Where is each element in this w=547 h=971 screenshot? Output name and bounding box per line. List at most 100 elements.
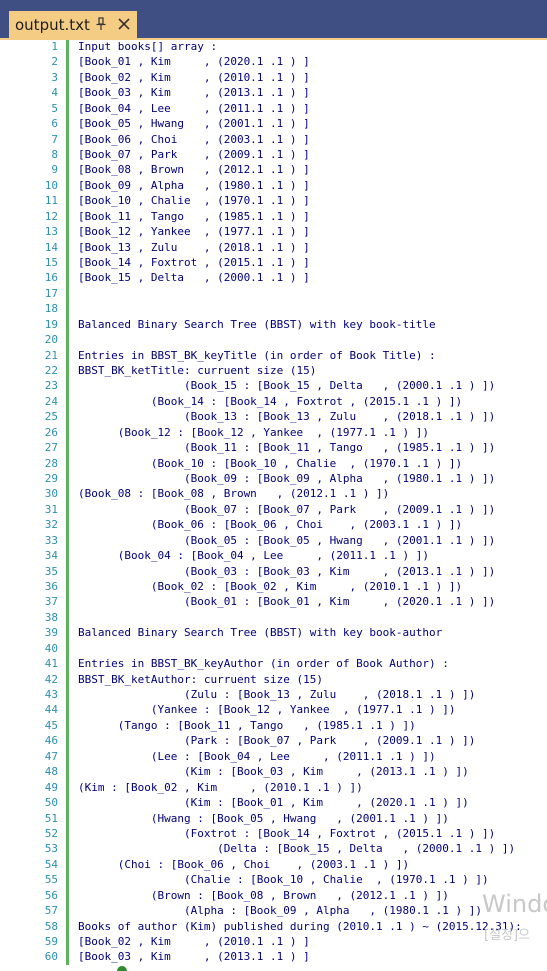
editor-line[interactable]: 26 (Book_12 : [Book_12 , Yankee , (1977.… — [0, 425, 547, 440]
editor-line[interactable]: 39 Balanced Binary Search Tree (BBST) wit… — [0, 625, 547, 640]
editor-line[interactable]: 25 (Book_13 : [Book_13 , Zulu , (2018.1 … — [0, 409, 547, 424]
editor-line[interactable]: 49 (Kim : [Book_02 , Kim , (2010.1 .1 ) ]… — [0, 780, 547, 795]
editor-line[interactable]: 8 [Book_07 , Park , (2009.1 .1 ) ] — [0, 147, 547, 162]
line-text[interactable]: (Book_03 : [Book_03 , Kim , (2013.1 .1 )… — [78, 564, 495, 579]
editor-line[interactable]: 16 [Book_15 , Delta , (2000.1 .1 ) ] — [0, 270, 547, 285]
line-text[interactable]: [Book_03 , Kim , (2013.1 .1 ) ] — [78, 85, 310, 100]
line-text[interactable]: (Book_01 : [Book_01 , Kim , (2020.1 .1 )… — [78, 594, 495, 609]
editor-line[interactable]: 34 (Book_04 : [Book_04 , Lee , (2011.1 .… — [0, 548, 547, 563]
line-text[interactable]: [Book_08 , Brown , (2012.1 .1 ) ] — [78, 162, 310, 177]
line-text[interactable]: (Kim : [Book_02 , Kim , (2010.1 .1 ) ]) — [78, 780, 363, 795]
editor-line[interactable]: 14 [Book_13 , Zulu , (2018.1 .1 ) ] — [0, 240, 547, 255]
line-text[interactable]: (Kim : [Book_03 , Kim , (2013.1 .1 ) ]) — [78, 764, 469, 779]
line-text[interactable]: (Book_09 : [Book_09 , Alpha , (1980.1 .1… — [78, 471, 495, 486]
line-text[interactable]: (Lee : [Book_04 , Lee , (2011.1 .1 ) ]) — [78, 749, 436, 764]
line-text[interactable]: (Choi : [Book_06 , Choi , (2003.1 .1 ) ]… — [78, 857, 409, 872]
editor-line[interactable]: 9 [Book_08 , Brown , (2012.1 .1 ) ] — [0, 162, 547, 177]
line-text[interactable]: (Delta : [Book_15 , Delta , (2000.1 .1 )… — [78, 841, 515, 856]
line-text[interactable]: (Chalie : [Book_10 , Chalie , (1970.1 .1… — [78, 872, 489, 887]
editor-line[interactable]: 36 (Book_02 : [Book_02 , Kim , (2010.1 .… — [0, 579, 547, 594]
line-text[interactable]: [Book_02 , Kim , (2010.1 .1 ) ] — [78, 70, 310, 85]
text-editor[interactable]: 1 Input books[] array : 2 [Book_01 , Kim , … — [0, 40, 547, 971]
line-text[interactable]: [Book_04 , Lee , (2011.1 .1 ) ] — [78, 101, 310, 116]
editor-line[interactable]: 59 [Book_02 , Kim , (2010.1 .1 ) ] — [0, 934, 547, 949]
editor-line[interactable]: 19 Balanced Binary Search Tree (BBST) wit… — [0, 317, 547, 332]
editor-line[interactable]: 20 — [0, 332, 547, 347]
line-text[interactable]: (Tango : [Book_11 , Tango , (1985.1 .1 )… — [78, 718, 416, 733]
editor-line[interactable]: 27 (Book_11 : [Book_11 , Tango , (1985.1… — [0, 440, 547, 455]
editor-line[interactable]: 4 [Book_03 , Kim , (2013.1 .1 ) ] — [0, 85, 547, 100]
editor-line[interactable]: 33 (Book_05 : [Book_05 , Hwang , (2001.1… — [0, 533, 547, 548]
editor-line[interactable]: 17 — [0, 286, 547, 301]
editor-line[interactable]: 46 (Park : [Book_07 , Park , (2009.1 .1 … — [0, 733, 547, 748]
editor-line[interactable]: 55 (Chalie : [Book_10 , Chalie , (1970.1… — [0, 872, 547, 887]
editor-line[interactable]: 32 (Book_06 : [Book_06 , Choi , (2003.1 … — [0, 517, 547, 532]
line-text[interactable]: [Book_02 , Kim , (2010.1 .1 ) ] — [78, 934, 310, 949]
editor-line[interactable]: 42 BBST_BK_ketAuthor: curruent size (15) — [0, 672, 547, 687]
line-text[interactable]: Balanced Binary Search Tree (BBST) with … — [78, 317, 436, 332]
line-text[interactable]: (Zulu : [Book_13 , Zulu , (2018.1 .1 ) ]… — [78, 687, 475, 702]
editor-line[interactable]: 3 [Book_02 , Kim , (2010.1 .1 ) ] — [0, 70, 547, 85]
editor-line[interactable]: 7 [Book_06 , Choi , (2003.1 .1 ) ] — [0, 132, 547, 147]
line-text[interactable]: [Book_12 , Yankee , (1977.1 .1 ) ] — [78, 224, 310, 239]
editor-line[interactable]: 52 (Foxtrot : [Book_14 , Foxtrot , (2015… — [0, 826, 547, 841]
editor-line[interactable]: 60 [Book_03 , Kim , (2013.1 .1 ) ] — [0, 949, 547, 964]
editor-line[interactable]: 54 (Choi : [Book_06 , Choi , (2003.1 .1 … — [0, 857, 547, 872]
editor-line[interactable]: 30 (Book_08 : [Book_08 , Brown , (2012.1 … — [0, 486, 547, 501]
line-text[interactable]: (Brown : [Book_08 , Brown , (2012.1 .1 )… — [78, 888, 449, 903]
line-text[interactable]: [Book_11 , Tango , (1985.1 .1 ) ] — [78, 209, 310, 224]
line-text[interactable]: (Book_12 : [Book_12 , Yankee , (1977.1 .… — [78, 425, 429, 440]
line-text[interactable]: (Book_10 : [Book_10 , Chalie , (1970.1 .… — [78, 456, 462, 471]
editor-line[interactable]: 38 — [0, 610, 547, 625]
line-text[interactable]: (Hwang : [Book_05 , Hwang , (2001.1 .1 )… — [78, 811, 449, 826]
editor-line[interactable]: 21 Entries in BBST_BK_keyTitle (in order … — [0, 348, 547, 363]
editor-line[interactable]: 50 (Kim : [Book_01 , Kim , (2020.1 .1 ) … — [0, 795, 547, 810]
line-text[interactable]: (Book_14 : [Book_14 , Foxtrot , (2015.1 … — [78, 394, 462, 409]
line-text[interactable]: (Foxtrot : [Book_14 , Foxtrot , (2015.1 … — [78, 826, 495, 841]
close-icon[interactable] — [117, 16, 131, 32]
editor-line[interactable]: 15 [Book_14 , Foxtrot , (2015.1 .1 ) ] — [0, 255, 547, 270]
tab-output-txt[interactable]: output.txt — [9, 11, 137, 38]
editor-line[interactable]: 2 [Book_01 , Kim , (2020.1 .1 ) ] — [0, 54, 547, 69]
line-text[interactable]: (Book_04 : [Book_04 , Lee , (2011.1 .1 )… — [78, 548, 429, 563]
editor-line[interactable]: 57 (Alpha : [Book_09 , Alpha , (1980.1 .… — [0, 903, 547, 918]
line-text[interactable]: Books of author (Kim) published during (… — [78, 919, 522, 934]
editor-line[interactable]: 37 (Book_01 : [Book_01 , Kim , (2020.1 .… — [0, 594, 547, 609]
editor-line[interactable]: 40 — [0, 641, 547, 656]
editor-line[interactable]: 11 [Book_10 , Chalie , (1970.1 .1 ) ] — [0, 193, 547, 208]
editor-line[interactable]: 35 (Book_03 : [Book_03 , Kim , (2013.1 .… — [0, 564, 547, 579]
editor-line[interactable]: 22 BBST_BK_ketTitle: curruent size (15) — [0, 363, 547, 378]
editor-line[interactable]: 23 (Book_15 : [Book_15 , Delta , (2000.1… — [0, 378, 547, 393]
editor-line[interactable]: 48 (Kim : [Book_03 , Kim , (2013.1 .1 ) … — [0, 764, 547, 779]
line-text[interactable]: (Park : [Book_07 , Park , (2009.1 .1 ) ]… — [78, 733, 475, 748]
line-text[interactable]: Entries in BBST_BK_keyAuthor (in order o… — [78, 656, 449, 671]
line-text[interactable]: BBST_BK_ketAuthor: curruent size (15) — [78, 672, 323, 687]
line-text[interactable]: (Book_02 : [Book_02 , Kim , (2010.1 .1 )… — [78, 579, 462, 594]
line-text[interactable]: (Alpha : [Book_09 , Alpha , (1980.1 .1 )… — [78, 903, 482, 918]
line-text[interactable]: [Book_03 , Kim , (2013.1 .1 ) ] — [78, 949, 310, 964]
line-text[interactable]: Entries in BBST_BK_keyTitle (in order of… — [78, 348, 436, 363]
line-text[interactable]: (Book_15 : [Book_15 , Delta , (2000.1 .1… — [78, 378, 495, 393]
line-text[interactable]: (Book_05 : [Book_05 , Hwang , (2001.1 .1… — [78, 533, 495, 548]
editor-line[interactable]: 43 (Zulu : [Book_13 , Zulu , (2018.1 .1 … — [0, 687, 547, 702]
editor-line[interactable]: 53 (Delta : [Book_15 , Delta , (2000.1 .… — [0, 841, 547, 856]
line-text[interactable]: [Book_13 , Zulu , (2018.1 .1 ) ] — [78, 240, 310, 255]
editor-line[interactable]: 29 (Book_09 : [Book_09 , Alpha , (1980.1… — [0, 471, 547, 486]
editor-line[interactable]: 5 [Book_04 , Lee , (2011.1 .1 ) ] — [0, 101, 547, 116]
line-text[interactable]: [Book_10 , Chalie , (1970.1 .1 ) ] — [78, 193, 310, 208]
line-text[interactable]: [Book_09 , Alpha , (1980.1 .1 ) ] — [78, 178, 310, 193]
line-text[interactable]: [Book_15 , Delta , (2000.1 .1 ) ] — [78, 270, 310, 285]
line-text[interactable]: [Book_14 , Foxtrot , (2015.1 .1 ) ] — [78, 255, 310, 270]
line-text[interactable]: [Book_01 , Kim , (2020.1 .1 ) ] — [78, 54, 310, 69]
line-text[interactable]: [Book_07 , Park , (2009.1 .1 ) ] — [78, 147, 310, 162]
line-text[interactable]: [Book_05 , Hwang , (2001.1 .1 ) ] — [78, 116, 310, 131]
line-text[interactable]: (Book_06 : [Book_06 , Choi , (2003.1 .1 … — [78, 517, 462, 532]
editor-line[interactable]: 6 [Book_05 , Hwang , (2001.1 .1 ) ] — [0, 116, 547, 131]
editor-line[interactable]: 18 — [0, 301, 547, 316]
editor-line[interactable]: 1 Input books[] array : — [0, 39, 547, 54]
pin-icon[interactable] — [95, 17, 107, 31]
editor-line[interactable]: 44 (Yankee : [Book_12 , Yankee , (1977.1… — [0, 702, 547, 717]
line-text[interactable]: (Book_11 : [Book_11 , Tango , (1985.1 .1… — [78, 440, 495, 455]
line-text[interactable]: (Book_13 : [Book_13 , Zulu , (2018.1 .1 … — [78, 409, 495, 424]
editor-line[interactable]: 10 [Book_09 , Alpha , (1980.1 .1 ) ] — [0, 178, 547, 193]
